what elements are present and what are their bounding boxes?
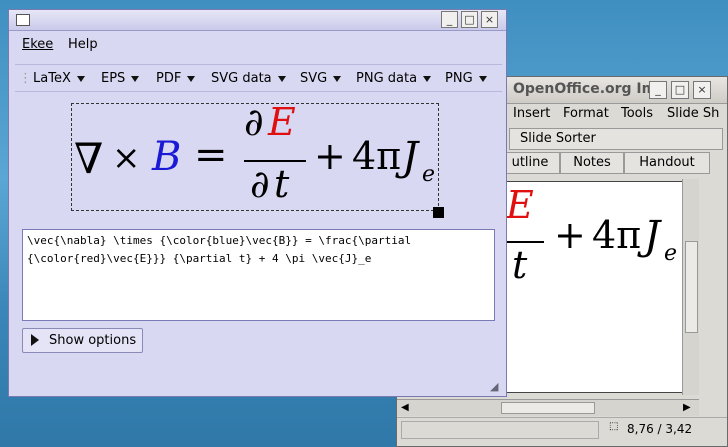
toolbar-eps-label: EPS [101, 71, 126, 86]
preview-sub-e: e [422, 162, 436, 187]
formula-preview[interactable]: ∇ × B = ∂ E ∂ t + 4π J e [71, 100, 439, 211]
ekee-titlebar[interactable]: _ □ × [9, 10, 506, 31]
chevron-down-icon [187, 75, 196, 82]
formula-4pi: 4π [592, 213, 642, 257]
close-icon[interactable]: × [481, 11, 498, 28]
menu-ekee[interactable]: Ekee [22, 37, 53, 52]
formula-E: E [506, 183, 534, 227]
toolbar-latex-label: LaTeX [33, 71, 71, 86]
toolbar-png[interactable]: PNG [445, 71, 487, 86]
menu-slideshow[interactable]: Slide Sh [667, 106, 719, 121]
toolbar-svg-label: SVG [300, 71, 328, 86]
chevron-down-icon [333, 75, 342, 82]
code-line-1: \vec{\nabla} \times {\color{blue}\vec{B}… [27, 234, 412, 247]
preview-plus: + [314, 134, 346, 178]
menu-help[interactable]: Help [68, 37, 98, 52]
status-bar: ⬚ 8,76 / 3,42 [397, 417, 727, 442]
toolbar-eps[interactable]: EPS [101, 71, 140, 86]
toolbar-grip[interactable]: ⋮ [19, 71, 32, 86]
preview-partial-top: ∂ [244, 100, 264, 144]
preview-t: t [274, 162, 290, 206]
tab-slide-sorter[interactable]: Slide Sorter [509, 128, 723, 150]
status-position: 8,76 / 3,42 [627, 422, 693, 436]
toolbar-pdf-label: PDF [156, 71, 182, 86]
position-icon: ⬚ [609, 421, 619, 432]
show-options-label: Show options [49, 333, 137, 348]
status-field [401, 421, 599, 439]
chevron-down-icon [76, 75, 85, 82]
chevron-down-icon [131, 75, 140, 82]
formula-plus: + [554, 213, 586, 257]
toolbar-svg-data[interactable]: SVG data [211, 71, 286, 86]
preview-J: J [402, 134, 419, 180]
preview-E: E [268, 100, 296, 144]
horizontal-scrollbar[interactable]: ◀ ▶ [397, 399, 699, 416]
chevron-down-icon [423, 75, 432, 82]
chevron-down-icon [277, 75, 286, 82]
show-options-button[interactable]: Show options [22, 328, 143, 353]
toolbar-png-data-label: PNG data [356, 71, 418, 86]
ekee-window: _ □ × Ekee Help ⋮ LaTeX EPS PDF SVG data… [8, 9, 507, 397]
tab-handout[interactable]: Handout [624, 152, 710, 174]
preview-times: × [112, 138, 141, 178]
window-resize-grip-icon[interactable]: ◢ [490, 380, 498, 393]
formula-J: J [644, 213, 661, 259]
preview-nabla: ∇ [74, 134, 104, 183]
slide-sorter-label: Slide Sorter [520, 131, 596, 146]
menu-format[interactable]: Format [563, 106, 609, 121]
ekee-menubar: Ekee Help [9, 32, 506, 58]
preview-B: B [152, 134, 182, 180]
toolbar-svg-data-label: SVG data [211, 71, 272, 86]
triangle-right-icon [31, 334, 39, 346]
code-line-2: {\color{red}\vec{E}}} {\partial t} + 4 \… [27, 252, 372, 265]
export-toolbar: ⋮ LaTeX EPS PDF SVG data SVG PNG data PN… [15, 64, 502, 92]
window-icon[interactable] [16, 14, 30, 26]
tab-notes[interactable]: Notes [560, 152, 624, 174]
maximize-icon[interactable]: □ [671, 81, 689, 99]
preview-4pi: 4π [352, 134, 402, 178]
menu-tools[interactable]: Tools [621, 106, 653, 121]
tab-outline[interactable]: utline [500, 152, 560, 174]
close-icon[interactable]: × [693, 81, 711, 99]
hscroll-thumb[interactable] [501, 402, 595, 414]
latex-editor[interactable]: \vec{\nabla} \times {\color{blue}\vec{B}… [22, 229, 495, 321]
toolbar-latex[interactable]: LaTeX [33, 71, 85, 86]
preview-partial-bottom: ∂ [250, 162, 270, 206]
toolbar-png-data[interactable]: PNG data [356, 71, 432, 86]
minimize-icon[interactable]: _ [441, 11, 458, 28]
toolbar-svg[interactable]: SVG [300, 71, 342, 86]
scroll-left-icon[interactable]: ◀ [401, 402, 409, 413]
preview-eq: = [194, 132, 228, 178]
menu-insert[interactable]: Insert [513, 106, 550, 121]
chevron-down-icon [478, 75, 487, 82]
maximize-icon[interactable]: □ [461, 11, 478, 28]
formula-sub-e: e [664, 241, 678, 266]
resize-handle[interactable] [433, 207, 444, 218]
minimize-icon[interactable]: _ [649, 81, 667, 99]
formula-t: t [512, 243, 528, 287]
scroll-right-icon[interactable]: ▶ [683, 402, 691, 413]
oo-window-title: OpenOffice.org Im [513, 81, 657, 97]
toolbar-png-label: PNG [445, 71, 473, 86]
toolbar-pdf[interactable]: PDF [156, 71, 196, 86]
